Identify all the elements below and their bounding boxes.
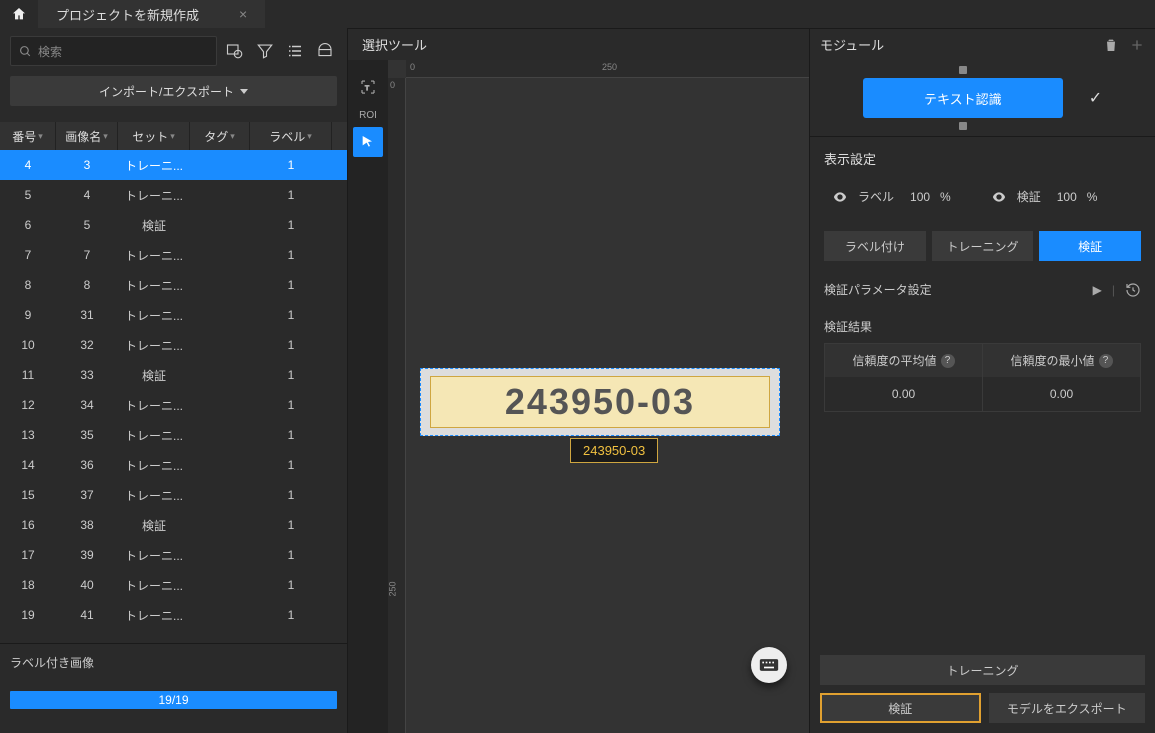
- table-header: 番号▾ 画像名▾ セット▾ タグ▾ ラベル▾: [0, 122, 347, 150]
- vis-verify-toggle[interactable]: 検証 100 %: [991, 188, 1098, 205]
- eye-icon: [991, 189, 1007, 205]
- image-content: 243950-03: [430, 376, 770, 428]
- eye-icon: [832, 189, 848, 205]
- table-row[interactable]: 43トレーニ...1: [0, 150, 347, 180]
- verify-param-label: 検証パラメータ設定: [824, 281, 932, 298]
- canvas-header: 選択ツール: [348, 28, 809, 60]
- tab-training[interactable]: トレーニング: [932, 231, 1034, 261]
- table-row[interactable]: 77トレーニ...1: [0, 240, 347, 270]
- labeled-progress-bar: 19/19: [10, 691, 337, 709]
- vis-label-toggle[interactable]: ラベル 100 %: [832, 188, 951, 205]
- export-model-button[interactable]: モデルをエクスポート: [989, 693, 1146, 723]
- cursor-icon: [360, 134, 376, 150]
- labeled-images-label: ラベル付き画像: [10, 654, 337, 671]
- svg-text:T: T: [365, 85, 369, 92]
- tool-name-label: 選択ツール: [362, 35, 427, 54]
- verify-button[interactable]: 検証: [820, 693, 981, 723]
- crop-tool[interactable]: T: [353, 72, 383, 102]
- search-placeholder: 検索: [38, 43, 62, 60]
- table-body[interactable]: 43トレーニ...154トレーニ...165検証177トレーニ...188トレー…: [0, 150, 347, 643]
- table-row[interactable]: 1133検証1: [0, 360, 347, 390]
- history-icon[interactable]: [1125, 282, 1141, 298]
- import-export-button[interactable]: インポート/エクスポート: [10, 76, 337, 106]
- keyboard-fab[interactable]: [751, 647, 787, 683]
- module-chip-label: テキスト認識: [924, 89, 1002, 108]
- table-row[interactable]: 54トレーニ...1: [0, 180, 347, 210]
- import-export-label: インポート/エクスポート: [99, 83, 234, 100]
- plus-icon[interactable]: [1129, 37, 1145, 53]
- right-panel: モジュール テキスト認識 ✓ 表示設定 ラベル 100 %: [809, 28, 1155, 733]
- verify-result-title: 検証結果: [810, 308, 1155, 343]
- module-header: モジュール: [810, 28, 1155, 60]
- close-tab-icon[interactable]: ×: [239, 6, 247, 22]
- table-row[interactable]: 1234トレーニ...1: [0, 390, 347, 420]
- table-row[interactable]: 1537トレーニ...1: [0, 480, 347, 510]
- funnel-icon: [256, 42, 274, 60]
- module-chip[interactable]: テキスト認識: [863, 78, 1063, 118]
- title-bar: プロジェクトを新規作成 ×: [0, 0, 1155, 28]
- training-button[interactable]: トレーニング: [820, 655, 1145, 685]
- table-row[interactable]: 931トレーニ...1: [0, 300, 347, 330]
- table-row[interactable]: 1638検証1: [0, 510, 347, 540]
- center-panel: 選択ツール T ROI 0 250 0 250: [348, 28, 809, 733]
- search-input[interactable]: 検索: [10, 36, 217, 66]
- table-row[interactable]: 1032トレーニ...1: [0, 330, 347, 360]
- tool-strip: T ROI: [348, 60, 388, 733]
- select-tool[interactable]: [353, 127, 383, 157]
- home-icon: [11, 6, 27, 22]
- list-view-button[interactable]: [283, 39, 307, 63]
- result-header-avg: 信頼度の平均値?: [825, 344, 983, 377]
- col-image-name[interactable]: 画像名▾: [56, 122, 118, 150]
- col-label[interactable]: ラベル▾: [250, 122, 332, 150]
- search-icon: [19, 45, 32, 58]
- roi-label: ROI: [359, 110, 377, 121]
- canvas[interactable]: 0 250 0 250 243950-03 243950-03: [388, 60, 809, 733]
- keyboard-icon: [759, 658, 779, 672]
- table-row[interactable]: 65検証1: [0, 210, 347, 240]
- image-roi[interactable]: 243950-03: [420, 368, 780, 436]
- table-row[interactable]: 1335トレーニ...1: [0, 420, 347, 450]
- col-set[interactable]: セット▾: [118, 122, 190, 150]
- help-icon[interactable]: ?: [1099, 354, 1113, 368]
- chevron-right-icon[interactable]: ▶: [1093, 283, 1102, 297]
- list-icon: [286, 42, 304, 60]
- project-tab[interactable]: プロジェクトを新規作成 ×: [38, 0, 265, 28]
- image-gear-icon: [226, 42, 244, 60]
- image-settings-button[interactable]: [223, 39, 247, 63]
- trash-icon[interactable]: [1103, 37, 1119, 53]
- ruler-vertical: 0 250: [388, 78, 406, 733]
- table-row[interactable]: 1739トレーニ...1: [0, 540, 347, 570]
- gallery-button[interactable]: [313, 39, 337, 63]
- ruler-horizontal: 0 250: [406, 60, 809, 78]
- tab-verify[interactable]: 検証: [1039, 231, 1141, 261]
- mode-tabs: ラベル付け トレーニング 検証: [810, 231, 1155, 271]
- display-settings-title: 表示設定: [824, 149, 1141, 168]
- verify-param-row[interactable]: 検証パラメータ設定 ▶ |: [810, 271, 1155, 308]
- home-button[interactable]: [0, 0, 38, 28]
- result-header-min: 信頼度の最小値?: [983, 344, 1140, 377]
- col-number[interactable]: 番号▾: [0, 122, 56, 150]
- table-row[interactable]: 1941トレーニ...1: [0, 600, 347, 630]
- filter-button[interactable]: [253, 39, 277, 63]
- col-tag[interactable]: タグ▾: [190, 122, 250, 150]
- project-tab-label: プロジェクトを新規作成: [56, 5, 199, 24]
- detection-label: 243950-03: [570, 438, 658, 463]
- table-row[interactable]: 1840トレーニ...1: [0, 570, 347, 600]
- table-row[interactable]: 88トレーニ...1: [0, 270, 347, 300]
- tab-labeling[interactable]: ラベル付け: [824, 231, 926, 261]
- module-check-icon[interactable]: ✓: [1089, 88, 1102, 108]
- crop-icon: T: [359, 78, 377, 96]
- table-row[interactable]: 1436トレーニ...1: [0, 450, 347, 480]
- result-table: 信頼度の平均値? 信頼度の最小値? 0.00 0.00: [824, 343, 1141, 412]
- result-value-avg: 0.00: [825, 377, 983, 411]
- result-value-min: 0.00: [983, 377, 1140, 411]
- help-icon[interactable]: ?: [941, 354, 955, 368]
- gallery-icon: [316, 42, 334, 60]
- module-header-label: モジュール: [820, 35, 884, 54]
- left-panel: 検索 インポート/エクスポート 番号▾: [0, 28, 348, 733]
